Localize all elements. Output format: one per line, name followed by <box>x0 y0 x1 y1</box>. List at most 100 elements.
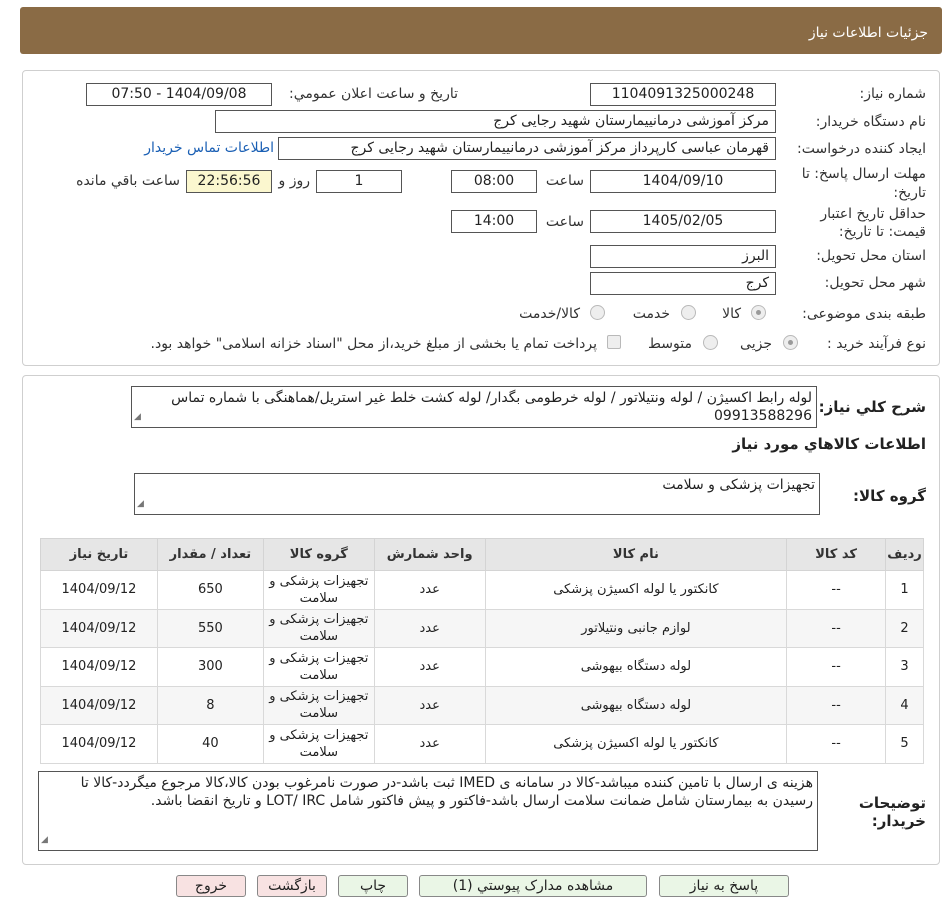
category-both-label: کالا/خدمت <box>519 306 580 322</box>
cell-qty: 550 <box>156 608 264 648</box>
cell-unit: عدد <box>373 647 486 687</box>
buyer-notes-label-2: خریدار: <box>871 812 926 830</box>
table-row: 1 -- کانکتور یا لوله اکسیژن پزشکی عدد تج… <box>40 570 924 610</box>
print-button[interactable]: چاپ <box>338 875 408 897</box>
requester-field: قهرمان عباسی کارپرداز مرکز آموزشی درمانی… <box>278 137 776 160</box>
buyer-org-field: مرکز آموزشی درمانییمارستان شهید رجایی کر… <box>215 110 776 133</box>
cell-group: تجهیزات پزشکی و سلامت <box>262 647 375 687</box>
col-header-date: تاریخ نیاز <box>40 538 158 571</box>
cell-name: لوازم جانبی ونتیلاتور <box>484 608 788 648</box>
table-row: 5 -- کانکتور یا لوله اکسیژن پزشکی عدد تج… <box>40 724 924 764</box>
cell-group: تجهیزات پزشکی و سلامت <box>262 608 375 648</box>
page-header: جزئیات اطلاعات نیاز <box>20 7 942 54</box>
cell-row-no: 2 <box>885 608 924 648</box>
city-field: کرج <box>590 272 776 295</box>
validity-label-2: قیمت: تا تاریخ: <box>838 224 926 240</box>
announce-label: تاريخ و ساعت اعلان عمومي: <box>289 86 458 102</box>
validity-time-field: 14:00 <box>451 210 537 233</box>
deadline-time-label: ساعت <box>545 173 584 189</box>
reply-button[interactable]: پاسخ به نیاز <box>659 875 789 897</box>
category-both-radio[interactable] <box>590 305 605 320</box>
col-header-row-no: رديف <box>885 538 924 571</box>
cell-qty: 300 <box>156 647 264 687</box>
buyer-org-label: نام دستگاه خریدار: <box>815 114 926 130</box>
resize-grip-icon[interactable]: ◢ <box>134 408 141 426</box>
province-field: البرز <box>590 245 776 268</box>
province-label: استان محل تحویل: <box>816 248 926 264</box>
treasury-payment-checkbox[interactable] <box>607 335 621 349</box>
process-medium-label: متوسط <box>648 336 692 352</box>
validity-label-1: حداقل تاریخ اعتبار <box>820 206 926 222</box>
cell-group: تجهیزات پزشکی و سلامت <box>262 570 375 610</box>
cell-date: 1404/09/12 <box>40 647 158 687</box>
page-title: جزئیات اطلاعات نیاز <box>808 25 928 41</box>
cell-date: 1404/09/12 <box>40 608 158 648</box>
description-label: شرح کلي نياز: <box>818 398 926 416</box>
category-service-radio[interactable] <box>681 305 696 320</box>
goods-group-text: تجهیزات پزشکی و سلامت <box>662 477 815 493</box>
cell-row-no: 3 <box>885 647 924 687</box>
cell-name: کانکتور یا لوله اکسیژن پزشکی <box>484 724 788 764</box>
cell-date: 1404/09/12 <box>40 570 158 610</box>
cell-qty: 8 <box>156 685 264 725</box>
validity-date-field: 1405/02/05 <box>590 210 776 233</box>
cell-unit: عدد <box>373 570 486 610</box>
deadline-date-field: 1404/09/10 <box>590 170 776 193</box>
process-partial-radio[interactable] <box>783 335 798 350</box>
remaining-label: ساعت باقي مانده <box>76 173 180 189</box>
city-label: شهر محل تحویل: <box>824 275 926 291</box>
cell-row-no: 5 <box>885 724 924 764</box>
need-number-field: 1104091325000248 <box>590 83 776 106</box>
cell-date: 1404/09/12 <box>40 724 158 764</box>
back-button[interactable]: بازگشت <box>257 875 327 897</box>
cell-group: تجهیزات پزشکی و سلامت <box>262 724 375 764</box>
col-header-code: کد کالا <box>786 538 887 571</box>
goods-group-textarea: تجهیزات پزشکی و سلامت ◢ <box>134 473 820 515</box>
col-header-qty: تعداد / مقدار <box>156 538 264 571</box>
days-label: روز و <box>278 173 311 189</box>
goods-group-label: گروه کالا: <box>853 487 926 505</box>
contact-info-link[interactable]: اطلاعات تماس خریدار <box>144 140 274 156</box>
category-goods-radio[interactable] <box>751 305 766 320</box>
buyer-notes-text: هزینه ی ارسال با تامین کننده میباشد-کالا… <box>80 775 813 809</box>
deadline-time-field: 08:00 <box>451 170 537 193</box>
goods-info-title: اطلاعات کالاهاي مورد نياز <box>732 435 926 453</box>
deadline-label-2: تاریخ: <box>893 185 926 201</box>
process-medium-radio[interactable] <box>703 335 718 350</box>
buyer-notes-label-1: توضیحات <box>858 794 926 812</box>
cell-qty: 40 <box>156 724 264 764</box>
category-service-label: خدمت <box>632 306 670 322</box>
category-label: طبقه بندی موضوعی: <box>802 306 926 322</box>
cell-qty: 650 <box>156 570 264 610</box>
cell-code: -- <box>786 724 887 764</box>
buyer-notes-textarea: هزینه ی ارسال با تامین کننده میباشد-کالا… <box>38 771 818 851</box>
process-partial-label: جزیی <box>740 336 772 352</box>
cell-row-no: 4 <box>885 685 924 725</box>
cell-unit: عدد <box>373 724 486 764</box>
description-text: لوله رابط اکسیژن / لوله ونتیلاتور / لوله… <box>171 390 812 424</box>
validity-time-label: ساعت <box>545 214 584 230</box>
cell-name: لوله دستگاه بیهوشی <box>484 647 788 687</box>
remaining-time-field: 22:56:56 <box>186 170 272 193</box>
resize-grip-icon[interactable]: ◢ <box>137 495 144 513</box>
announce-field: 1404/09/08 - 07:50 <box>86 83 272 106</box>
requester-label: ایجاد کننده درخواست: <box>797 141 926 157</box>
cell-code: -- <box>786 647 887 687</box>
cell-name: کانکتور یا لوله اکسیژن پزشکی <box>484 570 788 610</box>
cell-group: تجهیزات پزشکی و سلامت <box>262 685 375 725</box>
table-row: 3 -- لوله دستگاه بیهوشی عدد تجهیزات پزشک… <box>40 647 924 687</box>
cell-name: لوله دستگاه بیهوشی <box>484 685 788 725</box>
resize-grip-icon[interactable]: ◢ <box>41 831 48 849</box>
cell-code: -- <box>786 570 887 610</box>
cell-code: -- <box>786 608 887 648</box>
table-row: 4 -- لوله دستگاه بیهوشی عدد تجهیزات پزشک… <box>40 685 924 725</box>
deadline-label-1: مهلت ارسال پاسخ: تا <box>801 166 926 182</box>
category-goods-label: کالا <box>722 306 741 322</box>
view-attachments-button[interactable]: مشاهده مدارک پیوستي (1) <box>419 875 647 897</box>
col-header-unit: واحد شمارش <box>373 538 486 571</box>
days-field: 1 <box>316 170 402 193</box>
payment-note: پرداخت تمام یا بخشی از مبلغ خرید،از محل … <box>150 336 597 352</box>
exit-button[interactable]: خروج <box>176 875 246 897</box>
need-number-label: شماره نیاز: <box>859 86 927 102</box>
col-header-name: نام کالا <box>484 538 788 571</box>
